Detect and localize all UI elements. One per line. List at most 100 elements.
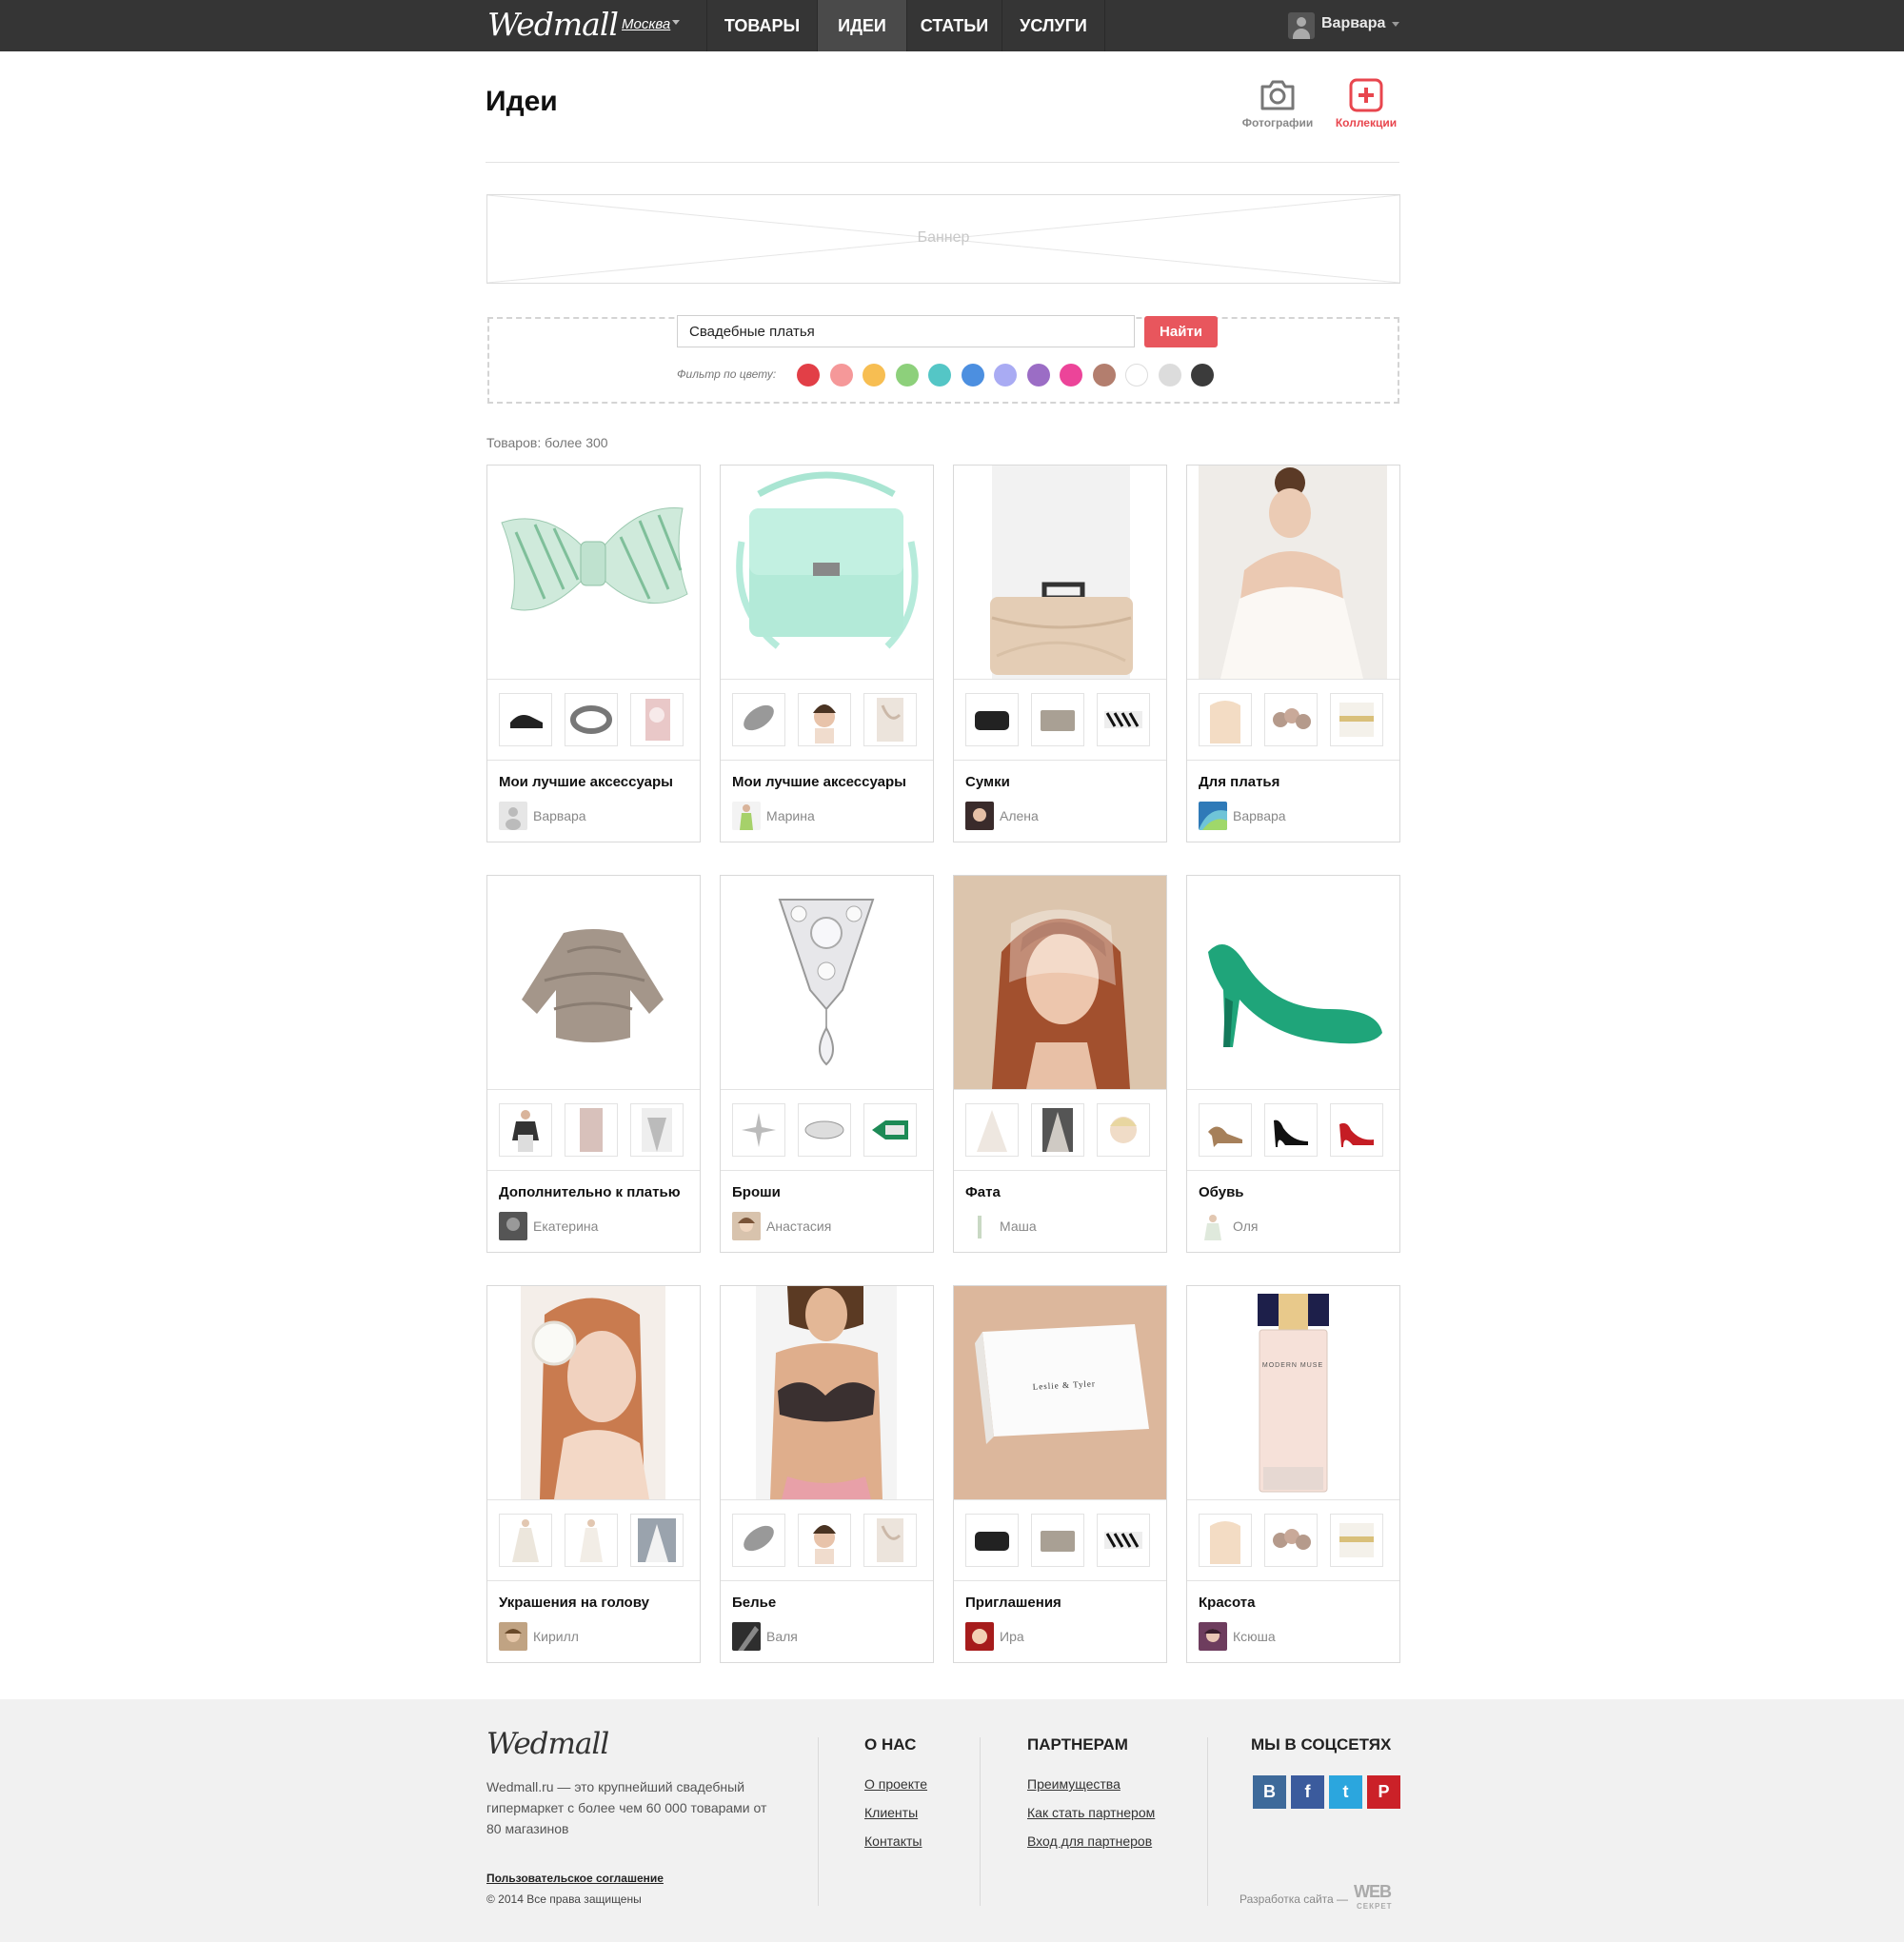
author-avatar[interactable] [732, 1212, 761, 1240]
footer-link-advantages[interactable]: Преимущества [1027, 1776, 1121, 1792]
card-title[interactable]: Мои лучшие аксессуары [499, 774, 689, 790]
collections-button[interactable]: Коллекции [1320, 78, 1412, 129]
card-image[interactable] [1187, 466, 1399, 679]
thumbnail-black-clutch[interactable] [965, 1514, 1019, 1567]
thumbnail-crystal-brooch[interactable] [798, 1103, 851, 1157]
collection-card[interactable]: Leslie & Tyler Приглашения Ира [953, 1285, 1167, 1663]
thumbnail-hairstyle[interactable] [798, 693, 851, 746]
color-swatch[interactable] [1125, 364, 1148, 386]
card-title[interactable]: Обувь [1199, 1184, 1389, 1200]
thumbnail-emerald-brooch[interactable] [863, 1103, 917, 1157]
card-title[interactable]: Белье [732, 1595, 922, 1611]
thumbnail-star-brooch[interactable] [732, 1103, 785, 1157]
card-title[interactable]: Дополнительно к платью [499, 1184, 689, 1200]
thumbnail-black-heels[interactable] [1264, 1103, 1318, 1157]
card-author[interactable]: Оля [1233, 1219, 1258, 1234]
banner-placeholder[interactable]: Баннер [486, 194, 1400, 284]
thumbnail-bodice[interactable] [1199, 693, 1252, 746]
color-swatch[interactable] [928, 364, 951, 386]
nav-tab-goods[interactable]: ТОВАРЫ [707, 0, 818, 51]
city-caret-icon[interactable] [672, 20, 680, 25]
vk-icon[interactable]: B [1253, 1775, 1286, 1809]
author-avatar[interactable] [499, 802, 527, 830]
author-avatar[interactable] [965, 1212, 994, 1240]
author-avatar[interactable] [732, 802, 761, 830]
color-swatch[interactable] [1158, 364, 1181, 386]
card-author[interactable]: Ира [1000, 1629, 1024, 1644]
thumbnail-veil[interactable] [965, 1103, 1019, 1157]
thumbnail-bodice[interactable] [1199, 1514, 1252, 1567]
thumbnail-red-heels[interactable] [1330, 1103, 1383, 1157]
developer-logo[interactable]: WEB [1354, 1883, 1392, 1900]
card-author[interactable]: Варвара [533, 808, 586, 823]
collection-card[interactable]: Обувь Оля [1186, 875, 1400, 1253]
card-image[interactable] [954, 466, 1166, 679]
pinterest-icon[interactable]: P [1367, 1775, 1400, 1809]
card-author[interactable]: Алена [1000, 808, 1039, 823]
thumbnail-clutch[interactable] [732, 693, 785, 746]
author-avatar[interactable] [1199, 1622, 1227, 1651]
card-image[interactable]: MODERN MUSE [1187, 1286, 1399, 1499]
author-avatar[interactable] [1199, 802, 1227, 830]
thumbnail-cape[interactable] [630, 1103, 684, 1157]
search-button[interactable]: Найти [1144, 316, 1218, 347]
card-author[interactable]: Екатерина [533, 1219, 598, 1234]
card-title[interactable]: Красота [1199, 1595, 1389, 1611]
collection-card[interactable]: Броши Анастасия [720, 875, 934, 1253]
facebook-icon[interactable]: f [1291, 1775, 1324, 1809]
thumbnail-bride-portrait[interactable] [1097, 1103, 1150, 1157]
thumbnail-belt[interactable] [1330, 693, 1383, 746]
nav-tab-ideas[interactable]: ИДЕИ [818, 0, 907, 51]
collection-card[interactable]: Украшения на голову Кирилл [486, 1285, 701, 1663]
thumbnail-bolero[interactable] [499, 1103, 552, 1157]
thumbnail-grey-clutch[interactable] [1031, 1514, 1084, 1567]
color-swatch[interactable] [1026, 364, 1050, 386]
thumbnail-lace-dress[interactable] [565, 1103, 618, 1157]
thumbnail-zebra-clutch[interactable] [1097, 693, 1150, 746]
thumbnail-hairstyle[interactable] [798, 1514, 851, 1567]
author-avatar[interactable] [499, 1622, 527, 1651]
collection-card[interactable]: Мои лучшие аксессуары Варвара [486, 465, 701, 842]
thumbnail-card[interactable] [630, 693, 684, 746]
card-title[interactable]: Приглашения [965, 1595, 1156, 1611]
thumbnail-clutch[interactable] [732, 1514, 785, 1567]
user-agreement-link[interactable]: Пользовательское соглашение [486, 1872, 664, 1885]
thumbnail-flowers[interactable] [1264, 693, 1318, 746]
card-image[interactable] [954, 876, 1166, 1089]
card-author[interactable]: Маша [1000, 1219, 1037, 1234]
author-avatar[interactable] [965, 1622, 994, 1651]
card-image[interactable] [1187, 876, 1399, 1089]
footer-link-become-partner[interactable]: Как стать партнером [1027, 1805, 1155, 1820]
twitter-icon[interactable]: t [1329, 1775, 1362, 1809]
card-title[interactable]: Украшения на голову [499, 1595, 689, 1611]
collection-card[interactable]: Сумки Алена [953, 465, 1167, 842]
search-input[interactable] [677, 315, 1135, 347]
thumbnail-ring[interactable] [565, 693, 618, 746]
user-menu-caret-icon[interactable] [1392, 22, 1399, 27]
thumbnail-shoe[interactable] [499, 693, 552, 746]
thumbnail-gown-1[interactable] [499, 1514, 552, 1567]
author-avatar[interactable] [499, 1212, 527, 1240]
thumbnail-gown-2[interactable] [565, 1514, 618, 1567]
card-title[interactable]: Мои лучшие аксессуары [732, 774, 922, 790]
color-swatch[interactable] [863, 364, 885, 386]
card-author[interactable]: Ксюша [1233, 1629, 1276, 1644]
author-avatar[interactable] [965, 802, 994, 830]
color-swatch[interactable] [1060, 364, 1082, 386]
collection-card[interactable]: Дополнительно к платью Екатерина [486, 875, 701, 1253]
developer-logo-sub[interactable]: СЕКРЕТ [1357, 1902, 1393, 1911]
card-title[interactable]: Броши [732, 1184, 922, 1200]
color-swatch[interactable] [829, 364, 853, 386]
user-avatar[interactable] [1288, 12, 1315, 39]
card-image[interactable] [487, 876, 700, 1089]
thumbnail-long-veil[interactable] [1031, 1103, 1084, 1157]
thumbnail-black-clutch[interactable] [965, 693, 1019, 746]
city-selector[interactable]: Москва [622, 16, 670, 32]
author-avatar[interactable] [1199, 1212, 1227, 1240]
photos-button[interactable]: Фотографии [1232, 78, 1323, 129]
collection-card[interactable]: Белье Валя [720, 1285, 934, 1663]
color-swatch[interactable] [1092, 364, 1116, 386]
card-title[interactable]: Сумки [965, 774, 1156, 790]
card-author[interactable]: Варвара [1233, 808, 1286, 823]
thumbnail-dress-detail[interactable] [863, 693, 917, 746]
